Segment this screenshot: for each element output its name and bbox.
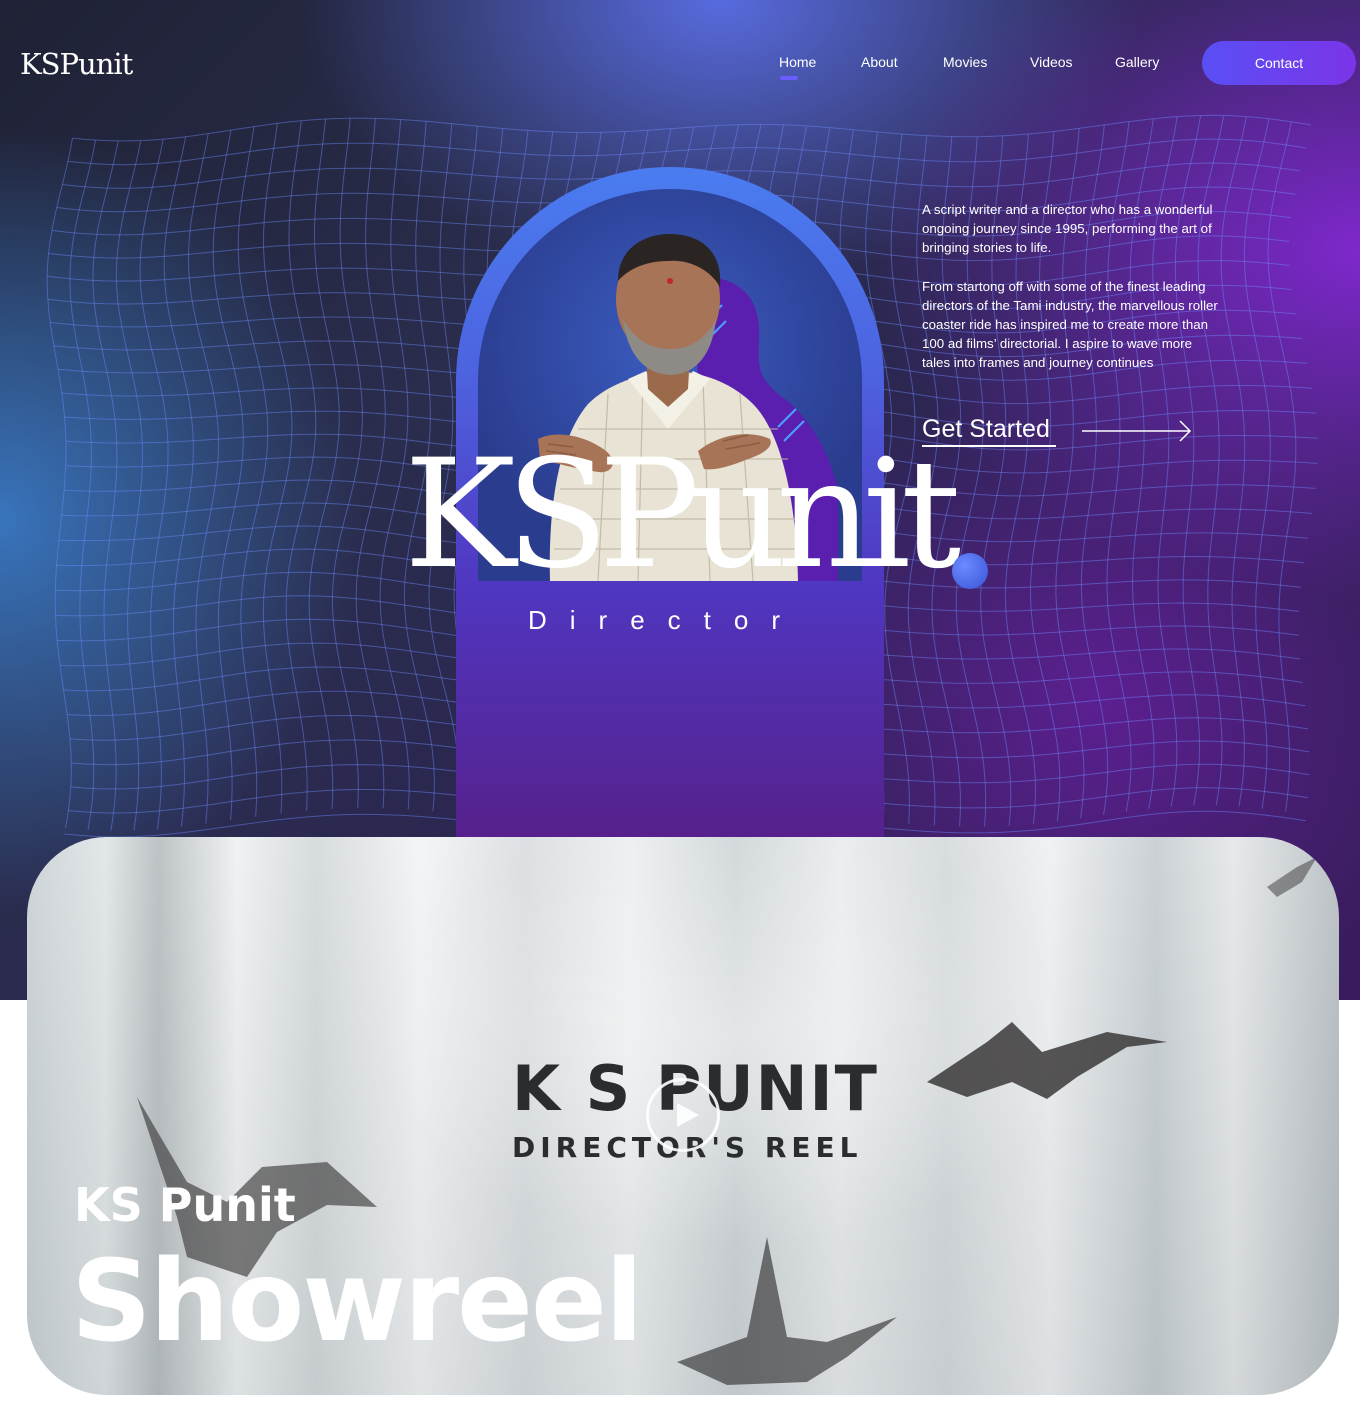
hero-title: KSPunit: [404, 428, 961, 602]
video-title-text: K S PUNIT: [512, 1052, 879, 1125]
get-started-label: Get Started: [922, 413, 1056, 447]
hero-subtitle: Director: [528, 605, 804, 635]
active-nav-indicator: [780, 76, 798, 80]
arrow-right-icon: [1082, 420, 1192, 442]
play-button[interactable]: [646, 1078, 720, 1152]
showreel-kicker: KS Punit: [74, 1178, 296, 1232]
showreel-card[interactable]: K S PUNIT DIRECTOR'S REEL KS Punit Showr…: [27, 837, 1339, 1395]
bio-text: A script writer and a director who has a…: [922, 200, 1222, 372]
nav-home[interactable]: Home: [779, 52, 816, 72]
nav-videos[interactable]: Videos: [1030, 52, 1073, 72]
bio-paragraph-2: From startong off with some of the fines…: [922, 279, 1218, 370]
bio-paragraph-1: A script writer and a director who has a…: [922, 202, 1213, 255]
get-started-link[interactable]: Get Started: [922, 413, 1202, 447]
play-icon: [677, 1103, 699, 1127]
showreel-title: Showreel: [71, 1237, 643, 1367]
hero-title-dot: [952, 553, 988, 589]
nav-movies[interactable]: Movies: [943, 52, 987, 72]
nav-gallery[interactable]: Gallery: [1115, 52, 1159, 72]
nav-about[interactable]: About: [861, 52, 898, 72]
video-subtitle-text: DIRECTOR'S REEL: [512, 1131, 863, 1164]
contact-button[interactable]: Contact: [1202, 41, 1356, 85]
main-nav: Home About Movies Videos Gallery: [0, 52, 1360, 76]
